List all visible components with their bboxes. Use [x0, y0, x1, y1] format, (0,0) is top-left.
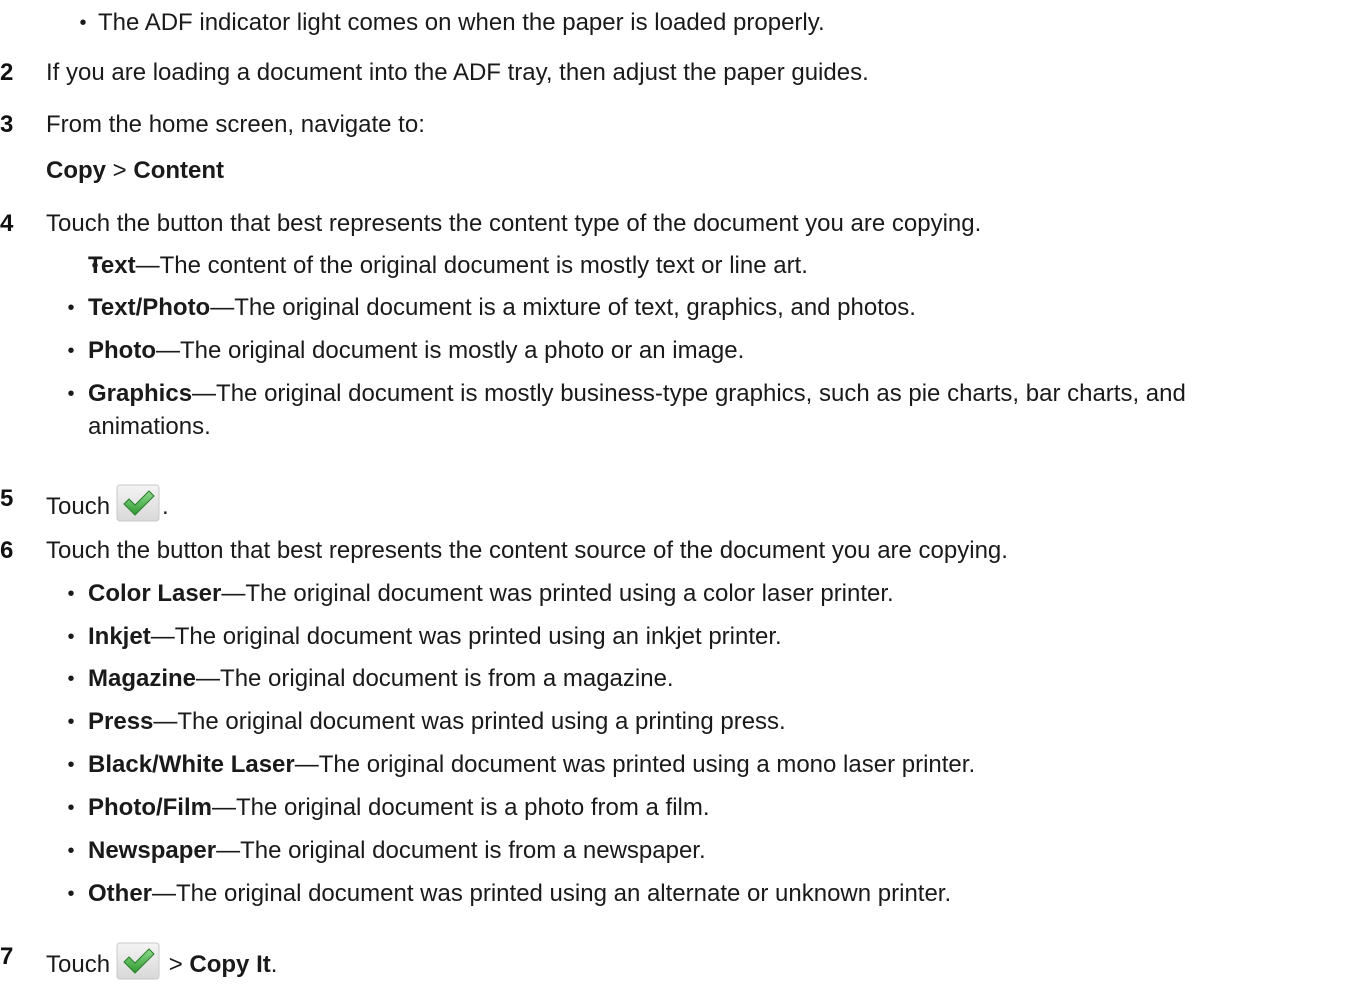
- nav-content: Content: [133, 157, 225, 184]
- item-desc: —The original document is mostly a photo…: [155, 337, 745, 364]
- item-desc: —The original document was printed using…: [153, 708, 786, 735]
- bullet-icon: •: [67, 711, 75, 733]
- copy-it-label: Copy It: [189, 951, 271, 978]
- step-text: Touch the button that best represents th…: [46, 537, 1008, 564]
- item-desc: —The original document is from a magazin…: [196, 665, 674, 692]
- step-number: 3: [0, 111, 14, 138]
- item-term: Photo/Film: [88, 794, 212, 821]
- step-end: .: [162, 493, 169, 520]
- item-term: Color Laser: [88, 580, 222, 607]
- step-number: 5: [0, 485, 14, 512]
- item-desc: —The original document was printed using…: [152, 880, 952, 907]
- item-desc: —The original document was printed using…: [294, 751, 976, 778]
- item-term: Newspaper: [88, 837, 217, 864]
- item-desc: —The original document was printed using…: [150, 623, 782, 650]
- step-number: 4: [0, 210, 14, 237]
- bullet-icon: •: [67, 383, 75, 405]
- bullet-icon: •: [67, 583, 75, 605]
- step-text: Touch: [46, 951, 111, 978]
- nav-separator: >: [106, 157, 134, 184]
- item-term: Magazine: [88, 665, 197, 692]
- nav-copy: Copy: [46, 157, 106, 184]
- bullet-icon: •: [67, 297, 75, 319]
- item-term: Other: [88, 880, 153, 907]
- nav-separator: >: [162, 951, 190, 978]
- bullet-icon: •: [67, 883, 75, 905]
- item-term: Press: [88, 708, 154, 735]
- step-end: .: [270, 951, 278, 978]
- item-desc: —The original document is mostly busines…: [192, 380, 1186, 407]
- step-text: From the home screen, navigate to:: [46, 111, 425, 138]
- step-number: 2: [0, 59, 14, 86]
- item-term: Black/White Laser: [88, 751, 295, 778]
- bullet-icon: •: [79, 12, 87, 34]
- check-submit-icon: [116, 942, 160, 980]
- step-text: If you are loading a document into the A…: [46, 59, 869, 86]
- step-text: Touch the button that best represents th…: [46, 210, 982, 237]
- item-desc: —The original document is a photo from a…: [211, 794, 710, 821]
- step-text: Touch: [46, 493, 111, 520]
- bullet-icon: •: [67, 626, 75, 648]
- item-term: Photo: [88, 337, 156, 364]
- item-term: Text/Photo: [88, 294, 211, 321]
- item-desc: —The original document was printed using…: [221, 580, 894, 607]
- step-number: 7: [0, 943, 14, 970]
- item-desc-continued: animations.: [88, 413, 211, 440]
- item-desc: —The original document is a mixture of t…: [210, 294, 916, 321]
- bullet-icon: •: [67, 754, 75, 776]
- item-desc: —The original document is from a newspap…: [216, 837, 706, 864]
- bullet-icon: •: [67, 668, 75, 690]
- item-term: Graphics: [88, 380, 193, 407]
- item-term: Inkjet: [88, 623, 151, 650]
- bullet-icon: •: [67, 797, 75, 819]
- bullet-icon: •: [67, 840, 75, 862]
- intro-bullet-text: The ADF indicator light comes on when th…: [98, 9, 825, 36]
- item-desc: —The content of the original document is…: [135, 252, 808, 279]
- item-term: Text: [88, 252, 136, 279]
- check-submit-icon: [116, 484, 160, 522]
- step-number: 6: [0, 537, 14, 564]
- bullet-icon: •: [67, 340, 75, 362]
